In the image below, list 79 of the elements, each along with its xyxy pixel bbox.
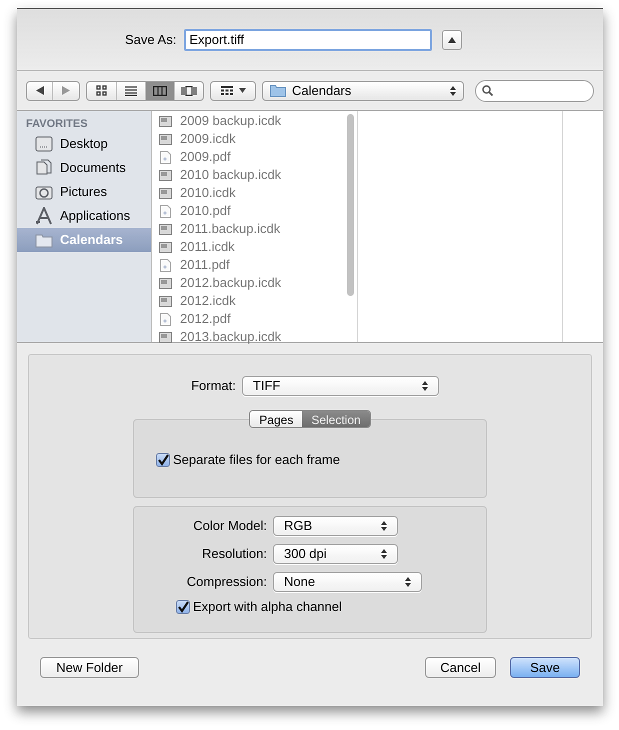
checkmark-icon	[177, 600, 189, 613]
sidebar-item[interactable]: Applications	[17, 204, 151, 228]
pdf-file-icon	[160, 150, 171, 164]
sidebar-heading: FAVORITES	[25, 117, 89, 132]
file-item[interactable]: 2011.pdf	[152, 256, 344, 274]
pdf-file-icon	[160, 204, 171, 218]
calendar-file-icon	[159, 278, 172, 288]
setting-popup[interactable]: None	[273, 572, 422, 592]
setting-popup[interactable]: RGB	[273, 516, 398, 536]
pdf-file-icon	[160, 258, 171, 272]
new-folder-button[interactable]: New Folder	[40, 657, 139, 678]
file-item[interactable]: 2012.backup.icdk	[152, 274, 344, 292]
desktop-icon	[35, 136, 53, 152]
updown-arrows-icon	[422, 381, 428, 391]
file-item[interactable]: 2011.backup.icdk	[152, 220, 344, 238]
folder-icon	[35, 232, 53, 248]
sidebar-item[interactable]: Calendars	[17, 228, 151, 252]
updown-arrows-icon	[450, 86, 456, 96]
checkbox[interactable]	[176, 600, 190, 614]
file-item[interactable]: 2011.icdk	[152, 238, 344, 256]
setting-label: Resolution:	[200, 545, 267, 564]
expand-button[interactable]	[442, 30, 462, 50]
sidebar-item[interactable]: Desktop	[17, 132, 151, 156]
column-view-icon	[153, 86, 167, 96]
checkmark-icon	[157, 454, 169, 466]
file-item[interactable]: 2012.icdk	[152, 292, 344, 310]
calendar-file-icon	[159, 242, 172, 252]
calendar-file-icon	[159, 170, 172, 180]
camera-icon	[35, 184, 53, 200]
search-icon	[482, 85, 493, 96]
search-field[interactable]	[475, 80, 594, 102]
updown-arrows-icon	[381, 521, 387, 531]
updown-arrows-icon	[405, 577, 411, 587]
file-item[interactable]: 2010.icdk	[152, 184, 344, 202]
calendar-file-icon	[159, 224, 172, 234]
back-arrow-icon	[36, 86, 44, 95]
tab[interactable]: Pages	[250, 411, 302, 427]
checkbox-label: Export with alpha channel	[193, 598, 342, 616]
sidebar-item[interactable]: Pictures	[17, 180, 151, 204]
calendar-file-icon	[159, 134, 172, 144]
save-button[interactable]: Save	[510, 657, 580, 678]
sidebar-item[interactable]: Documents	[17, 156, 151, 180]
file-item[interactable]: 2009 backup.icdk	[152, 112, 344, 130]
arrange-button[interactable]	[210, 80, 256, 100]
pdf-file-icon	[160, 312, 171, 326]
save-as-label: Save As:	[125, 30, 176, 49]
checkbox-label: Separate files for each frame	[173, 451, 340, 469]
checkbox[interactable]	[156, 452, 170, 467]
file-item[interactable]: 2009.pdf	[152, 148, 344, 166]
format-popup[interactable]: TIFF	[242, 376, 439, 396]
list-view-icon	[125, 86, 137, 96]
triangle-up-icon	[448, 36, 456, 42]
cover-flow-icon	[181, 86, 197, 96]
file-item[interactable]: 2009.icdk	[152, 130, 344, 148]
filename-field[interactable]: Export.tiff	[184, 28, 432, 50]
calendar-file-icon	[159, 188, 172, 198]
cancel-button[interactable]: Cancel	[425, 657, 496, 678]
setting-popup[interactable]: 300 dpi	[273, 544, 398, 564]
tab[interactable]: Selection	[302, 411, 370, 427]
applications-icon	[35, 207, 53, 225]
grid-view-icon	[96, 85, 107, 96]
setting-label: Compression:	[186, 573, 267, 592]
file-item[interactable]: 2013.backup.icdk	[152, 328, 344, 346]
location-popup[interactable]: Calendars	[262, 80, 464, 100]
format-label: Format:	[191, 377, 236, 396]
scrollbar-thumb[interactable]	[347, 114, 354, 296]
view-mode-button[interactable]	[145, 82, 174, 100]
file-item[interactable]: 2010 backup.icdk	[152, 166, 344, 184]
updown-arrows-icon	[381, 549, 387, 559]
setting-label: Color Model:	[192, 517, 267, 536]
calendar-file-icon	[159, 116, 172, 126]
calendar-file-icon	[159, 296, 172, 306]
file-item[interactable]: 2012.pdf	[152, 310, 344, 328]
file-item[interactable]: 2010.pdf	[152, 202, 344, 220]
documents-icon	[35, 159, 53, 177]
forward-arrow-icon	[62, 86, 70, 95]
dropdown-caret-icon	[238, 88, 246, 93]
arrange-icon	[220, 86, 232, 95]
folder-icon	[270, 84, 286, 97]
